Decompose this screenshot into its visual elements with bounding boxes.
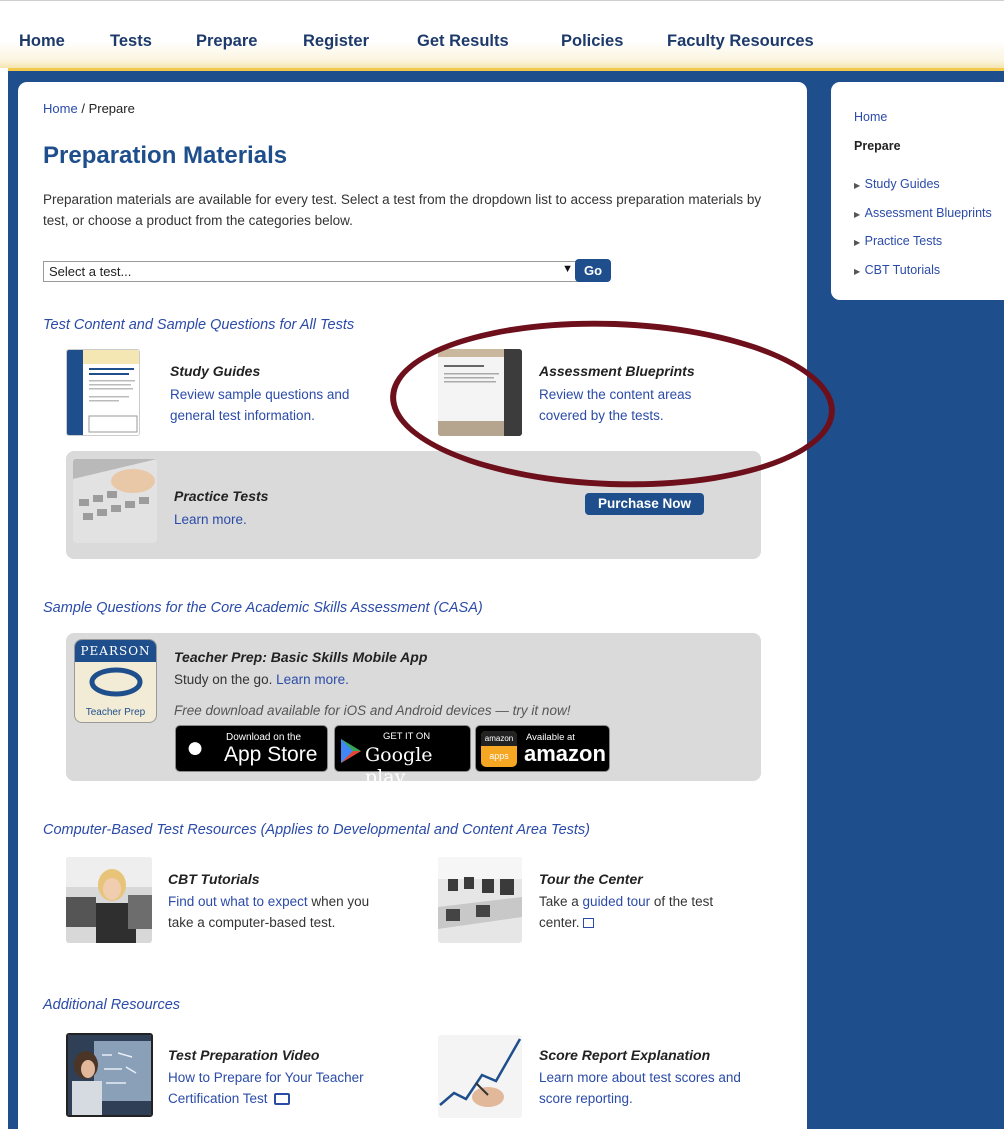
- intro-text: Preparation materials are available for …: [43, 192, 762, 228]
- section-heading-casa: Sample Questions for the Core Academic S…: [43, 600, 483, 616]
- app-learn-more-link[interactable]: Learn more.: [276, 672, 349, 687]
- study-guide-thumbnail[interactable]: [66, 349, 140, 436]
- sidebar-home[interactable]: Home: [854, 110, 887, 124]
- breadcrumb: Home / Prepare: [43, 101, 135, 116]
- sidebar-item-label: CBT Tutorials: [864, 263, 941, 277]
- amazon-apps-icon: amazon apps: [481, 731, 517, 767]
- test-prep-video-text: How to Prepare for Your Teacher Certific…: [168, 1067, 398, 1109]
- test-select[interactable]: Select a test... ▼: [43, 261, 580, 282]
- amazon-badge-bottom: apps: [489, 751, 509, 761]
- study-guides-title: Study Guides: [170, 363, 261, 379]
- practice-tests-title: Practice Tests: [174, 488, 269, 504]
- appstore-small-text: Download on the: [226, 732, 302, 743]
- app-download-text: Free download available for iOS and Andr…: [174, 703, 571, 718]
- purchase-now-button[interactable]: Purchase Now: [585, 493, 704, 515]
- study-guides-link[interactable]: Review sample questions and general test…: [170, 384, 385, 426]
- apple-icon: ●: [186, 731, 205, 764]
- breadcrumb-home[interactable]: Home: [43, 101, 78, 116]
- sidebar-item-study-guides[interactable]: ▶ Study Guides: [854, 175, 940, 193]
- swoosh-icon: [89, 667, 143, 697]
- top-nav: Home Tests Prepare Register Get Results …: [0, 0, 1004, 68]
- tour-center-pre: Take a: [539, 894, 579, 909]
- google-play-icon: [341, 739, 361, 763]
- section-heading-test-content: Test Content and Sample Questions for Al…: [43, 317, 355, 333]
- section-heading-additional: Additional Resources: [43, 997, 181, 1013]
- sidebar-item-assessment-blueprints[interactable]: ▶ Assessment Blueprints: [854, 204, 992, 222]
- app-title: Teacher Prep: Basic Skills Mobile App: [174, 649, 428, 665]
- nav-home[interactable]: Home: [19, 32, 65, 51]
- nav-register[interactable]: Register: [303, 32, 369, 51]
- score-report-title: Score Report Explanation: [539, 1047, 711, 1063]
- app-store-badge[interactable]: ● Download on the App Store: [175, 725, 328, 772]
- amazon-badge[interactable]: amazon apps Available at amazon: [475, 725, 610, 772]
- google-small-text: GET IT ON: [383, 731, 431, 742]
- practice-tests-learn-more[interactable]: Learn more.: [174, 509, 247, 530]
- app-subtitle: Study on the go. Learn more.: [174, 669, 349, 690]
- breadcrumb-current: Prepare: [88, 101, 135, 116]
- dropdown-arrow-icon: ▼: [562, 263, 573, 275]
- nav-faculty-resources[interactable]: Faculty Resources: [667, 32, 814, 51]
- caret-right-icon: ▶: [854, 210, 861, 219]
- google-play-badge[interactable]: GET IT ON Google play: [334, 725, 471, 788]
- test-select-value: Select a test...: [49, 264, 132, 279]
- main-content: Home / Prepare Preparation Materials Pre…: [18, 82, 807, 1129]
- google-big-text: Google play: [365, 744, 433, 788]
- amazon-big-text: amazon: [524, 741, 606, 766]
- cbt-tutorials-thumbnail[interactable]: [66, 857, 152, 943]
- cbt-tutorials-text: Find out what to expect when you take a …: [168, 891, 388, 933]
- sidebar-item-label: Study Guides: [864, 177, 940, 191]
- sidebar-section-prepare: Prepare: [854, 139, 901, 153]
- test-prep-video-link[interactable]: How to Prepare for Your Teacher Certific…: [168, 1070, 364, 1106]
- sidebar-item-cbt-tutorials[interactable]: ▶ CBT Tutorials: [854, 261, 940, 279]
- app-icon-label: Teacher Prep: [85, 707, 146, 718]
- tour-center-thumbnail[interactable]: [438, 857, 522, 943]
- sidebar-item-label: Practice Tests: [864, 234, 943, 248]
- teacher-prep-app-icon[interactable]: PEARSON Teacher Prep: [74, 639, 157, 723]
- app-subtitle-text: Study on the go.: [174, 672, 273, 687]
- nav-get-results[interactable]: Get Results: [417, 32, 509, 51]
- test-prep-video-thumbnail[interactable]: [66, 1033, 153, 1117]
- guided-tour-link[interactable]: guided tour: [583, 894, 651, 909]
- practice-tests-thumbnail[interactable]: [73, 459, 157, 543]
- video-camera-icon[interactable]: [274, 1093, 291, 1105]
- breadcrumb-separator: /: [81, 101, 85, 116]
- amazon-badge-top: amazon: [481, 731, 517, 746]
- test-prep-video-title: Test Preparation Video: [168, 1047, 320, 1063]
- go-button[interactable]: Go: [575, 259, 611, 282]
- section-heading-cbt: Computer-Based Test Resources (Applies t…: [43, 822, 590, 838]
- tour-center-text: Take a guided tour of the test center.: [539, 891, 749, 933]
- nav-tests[interactable]: Tests: [110, 32, 152, 51]
- caret-right-icon: ▶: [854, 267, 861, 276]
- tour-center-title: Tour the Center: [539, 871, 643, 887]
- score-report-link[interactable]: Learn more about test scores and score r…: [539, 1067, 744, 1109]
- cbt-tutorials-link[interactable]: Find out what to expect: [168, 894, 308, 909]
- cbt-tutorials-title: CBT Tutorials: [168, 871, 260, 887]
- sidebar-item-label: Assessment Blueprints: [864, 206, 992, 220]
- sidebar-item-practice-tests[interactable]: ▶ Practice Tests: [854, 232, 942, 250]
- appstore-big-text: App Store: [224, 743, 318, 766]
- external-link-icon[interactable]: [583, 918, 595, 928]
- nav-policies[interactable]: Policies: [561, 32, 623, 51]
- app-icon-brand: PEARSON: [75, 640, 156, 662]
- nav-prepare[interactable]: Prepare: [196, 32, 257, 51]
- caret-right-icon: ▶: [854, 181, 861, 190]
- page-title: Preparation Materials: [43, 142, 288, 169]
- score-report-thumbnail[interactable]: [438, 1035, 522, 1118]
- sidebar: Home Prepare ▶ Study Guides ▶ Assessment…: [831, 82, 1004, 300]
- caret-right-icon: ▶: [854, 238, 861, 247]
